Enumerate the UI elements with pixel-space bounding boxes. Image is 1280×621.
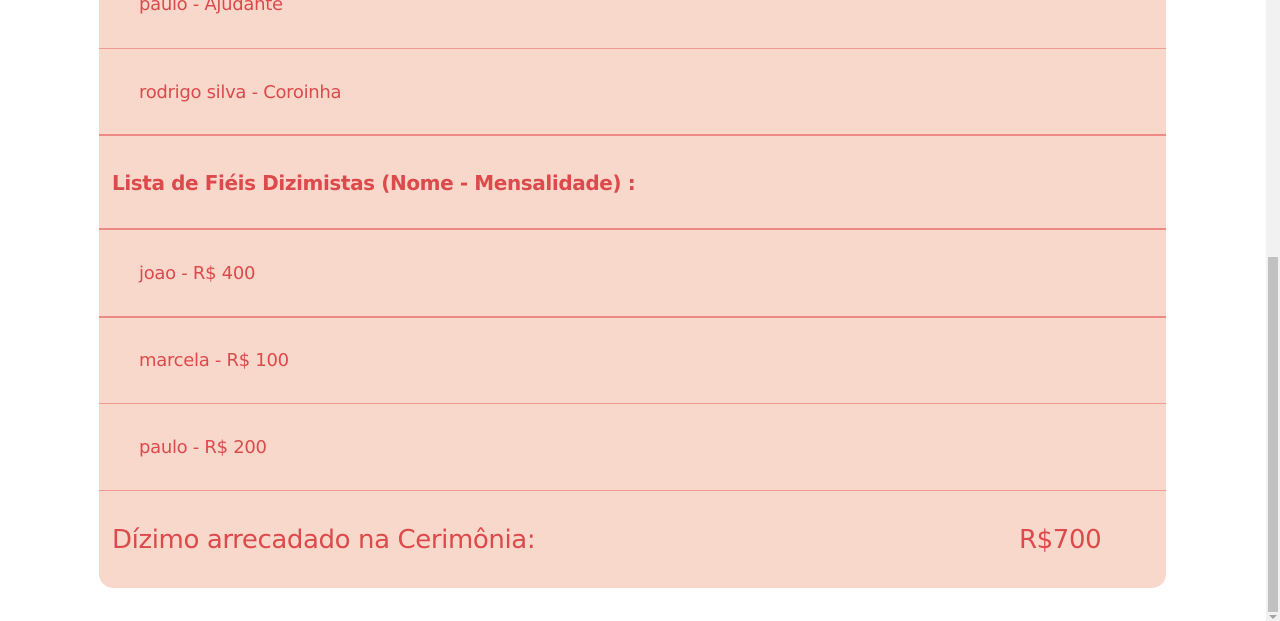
ceremony-card: paulo - Ajudante rodrigo silva - Coroinh…: [99, 0, 1166, 588]
list-item: paulo - Ajudante: [99, 0, 1166, 48]
scroll-down-arrow-icon[interactable]: [1269, 615, 1277, 619]
list-item: marcela - R$ 100: [99, 318, 1166, 403]
scrollbar-thumb[interactable]: [1268, 257, 1278, 612]
total-label: Dízimo arrecadado na Cerimônia:: [112, 524, 536, 555]
section-heading: Lista de Fiéis Dizimistas (Nome - Mensal…: [99, 136, 1166, 229]
list-item: rodrigo silva - Coroinha: [99, 49, 1166, 135]
list-item: joao - R$ 400: [99, 230, 1166, 316]
assistant-label: rodrigo silva - Coroinha: [139, 81, 342, 103]
total-value: R$700: [1019, 524, 1102, 555]
tither-label: joao - R$ 400: [139, 262, 256, 284]
tither-label: marcela - R$ 100: [139, 350, 289, 371]
tithers-heading: Lista de Fiéis Dizimistas (Nome - Mensal…: [112, 170, 636, 195]
scrollbar[interactable]: [1266, 0, 1280, 621]
assistant-label: paulo - Ajudante: [139, 0, 283, 15]
list-item: paulo - R$ 200: [99, 404, 1166, 490]
tither-label: paulo - R$ 200: [139, 436, 267, 458]
total-row: Dízimo arrecadado na Cerimônia: R$700: [99, 491, 1166, 588]
